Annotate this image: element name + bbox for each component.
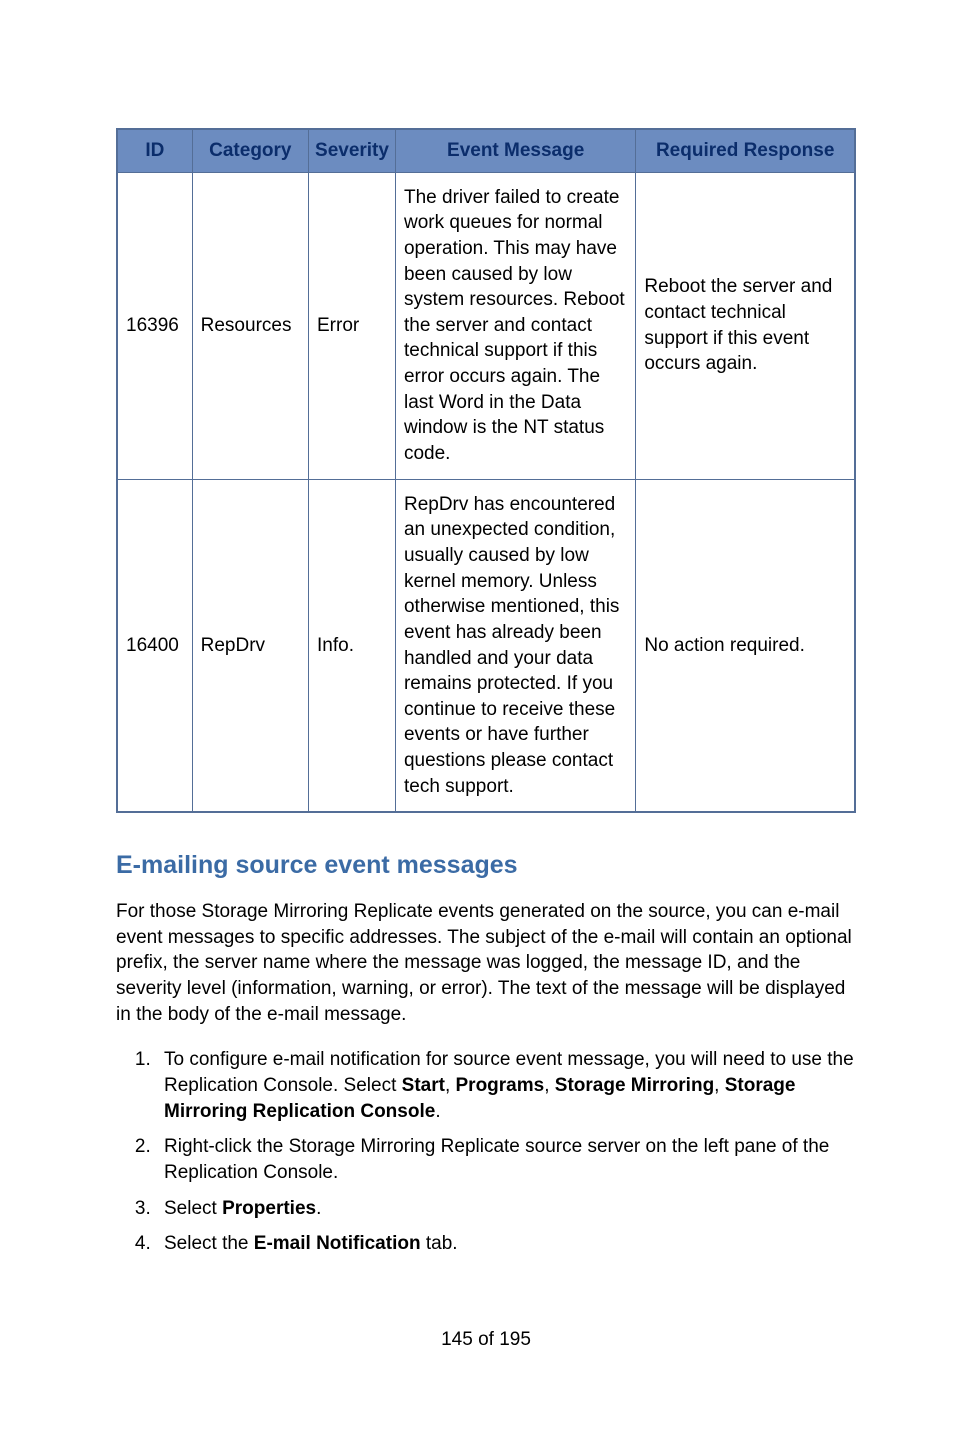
sep: ,: [544, 1075, 555, 1096]
step-3-post: .: [316, 1198, 321, 1219]
cell-severity: Error: [309, 172, 396, 479]
step-4: Select the E-mail Notification tab.: [156, 1231, 856, 1257]
menu-properties: Properties: [222, 1198, 316, 1219]
step-1: To configure e-mail notification for sou…: [156, 1047, 856, 1124]
cell-response: Reboot the server and contact technical …: [636, 172, 855, 479]
cell-category: RepDrv: [192, 479, 308, 812]
step-2: Right-click the Storage Mirroring Replic…: [156, 1134, 856, 1185]
tab-email-notification: E-mail Notification: [254, 1233, 421, 1254]
sep: ,: [445, 1075, 456, 1096]
page-number: 145 of 195: [116, 1327, 856, 1353]
step-3-pre: Select: [164, 1198, 222, 1219]
section-heading: E-mailing source event messages: [116, 849, 856, 883]
table-header-row: ID Category Severity Event Message Requi…: [117, 129, 855, 172]
cell-response: No action required.: [636, 479, 855, 812]
cell-category: Resources: [192, 172, 308, 479]
col-event-message: Event Message: [395, 129, 635, 172]
menu-programs: Programs: [456, 1075, 545, 1096]
steps-list: To configure e-mail notification for sou…: [116, 1047, 856, 1256]
cell-severity: Info.: [309, 479, 396, 812]
sep: ,: [714, 1075, 725, 1096]
table-row: 16396 Resources Error The driver failed …: [117, 172, 855, 479]
col-severity: Severity: [309, 129, 396, 172]
col-required-response: Required Response: [636, 129, 855, 172]
cell-id: 16396: [117, 172, 192, 479]
step-4-pre: Select the: [164, 1233, 254, 1254]
cell-message: RepDrv has encountered an unexpected con…: [395, 479, 635, 812]
menu-start: Start: [402, 1075, 445, 1096]
col-id: ID: [117, 129, 192, 172]
menu-storage-mirroring: Storage Mirroring: [555, 1075, 714, 1096]
cell-message: The driver failed to create work queues …: [395, 172, 635, 479]
step-4-post: tab.: [421, 1233, 458, 1254]
table-row: 16400 RepDrv Info. RepDrv has encountere…: [117, 479, 855, 812]
step-1-post: .: [435, 1101, 440, 1122]
step-3: Select Properties.: [156, 1196, 856, 1222]
col-category: Category: [192, 129, 308, 172]
events-table: ID Category Severity Event Message Requi…: [116, 128, 856, 813]
cell-id: 16400: [117, 479, 192, 812]
intro-paragraph: For those Storage Mirroring Replicate ev…: [116, 899, 856, 1027]
